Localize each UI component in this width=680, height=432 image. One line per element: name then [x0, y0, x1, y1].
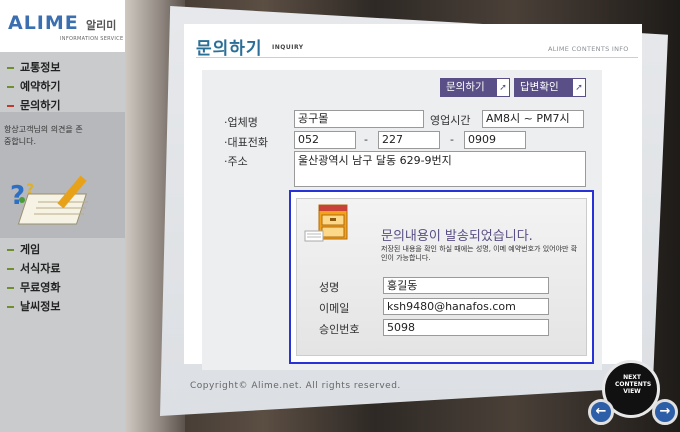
page-subtitle: INQUIRY — [272, 44, 304, 51]
sidebar-item-label: 게임 — [20, 243, 41, 256]
approval-code-field[interactable]: 5098 — [383, 319, 549, 336]
sidebar-item-traffic[interactable]: 교통정보 — [0, 58, 125, 77]
email-label: 이메일 — [319, 302, 350, 315]
arrow-icon: ➚ — [572, 78, 586, 97]
prev-arrow-button[interactable]: ← — [588, 399, 614, 425]
copyright: Copyright© Alime.net. All rights reserve… — [190, 381, 401, 391]
file-cabinet-icon — [304, 204, 348, 242]
name-field[interactable]: 홍길동 — [383, 277, 549, 294]
company-label: ·업체명 — [224, 116, 258, 129]
question-notepad-illustration: ? ? — [10, 175, 88, 225]
logo[interactable]: ALIME 알리미 INFORMATION SERVICE — [0, 0, 125, 52]
next-contents-widget: NEXT CONTENTS VIEW ← → — [586, 352, 680, 432]
inquiry-button[interactable]: 문의하기 ➚ — [440, 78, 510, 97]
phone-field-2[interactable]: 227 — [378, 131, 440, 149]
confirmation-message: 저장된 내용을 확인 하실 때에는 성명, 이메 예약번호가 있어야만 확인이 … — [381, 245, 578, 262]
bullet-icon — [7, 268, 14, 270]
phone-field-1[interactable]: 052 — [294, 131, 356, 149]
bullet-icon — [7, 105, 14, 107]
sidebar-item-weather[interactable]: 날씨정보 — [0, 297, 125, 316]
address-field[interactable]: 울산광역시 남구 달동 629-9번지 — [294, 151, 586, 187]
confirmation-body: 문의내용이 발송되었습니다. 저장된 내용을 확인 하실 때에는 성명, 이메 … — [296, 198, 587, 356]
svg-text:?: ? — [10, 181, 25, 211]
hours-label: 영업시간 — [430, 114, 471, 127]
address-label: ·주소 — [224, 155, 248, 168]
sidebar-item-label: 무료영화 — [20, 281, 61, 294]
sidebar-item-label: 문의하기 — [20, 99, 61, 112]
answer-check-button-label: 답변확인 — [520, 81, 559, 93]
sidebar-item-game[interactable]: 게임 — [0, 240, 125, 259]
inquiry-button-label: 문의하기 — [446, 81, 485, 93]
sidebar-menu-bottom: 게임 서식자료 무료영화 날씨정보 — [0, 240, 125, 316]
confirmation-title: 문의내용이 발송되었습니다. — [381, 229, 533, 244]
title-divider — [196, 57, 638, 58]
confirmation-popup: 문의내용이 발송되었습니다. 저장된 내용을 확인 하실 때에는 성명, 이메 … — [289, 190, 594, 364]
sidebar: ALIME 알리미 INFORMATION SERVICE 교통정보 예약하기 … — [0, 0, 125, 432]
sidebar-item-label: 예약하기 — [20, 80, 61, 93]
phone-separator: - — [364, 133, 368, 146]
sidebar-message: 항상고객님의 의견을 존중합니다. — [4, 125, 83, 146]
sidebar-item-label: 서식자료 — [20, 262, 61, 275]
next-arrow-button[interactable]: → — [652, 399, 678, 425]
email-field[interactable]: ksh9480@hanafos.com — [383, 298, 549, 315]
bullet-icon — [7, 306, 14, 308]
sidebar-menu-top: 교통정보 예약하기 문의하기 — [0, 58, 125, 115]
bullet-icon — [7, 67, 14, 69]
company-field[interactable]: 공구몰 — [294, 110, 424, 128]
arrow-right-icon: → — [659, 404, 671, 419]
sidebar-item-reservation[interactable]: 예약하기 — [0, 77, 125, 96]
phone-field-3[interactable]: 0909 — [464, 131, 526, 149]
bullet-icon — [7, 249, 14, 251]
sidebar-item-label: 날씨정보 — [20, 300, 61, 313]
sidebar-message-panel: 항상고객님의 의견을 존중합니다. ? ? — [0, 112, 125, 238]
brand-info: ALIME CONTENTS INFO — [548, 45, 629, 53]
page-title: 문의하기 — [196, 39, 263, 59]
logo-korean: 알리미 — [86, 19, 117, 32]
hours-field[interactable]: AM8시 ~ PM7시 — [482, 110, 584, 128]
answer-check-button[interactable]: 답변확인 ➚ — [514, 78, 586, 97]
sidebar-item-label: 교통정보 — [20, 61, 61, 74]
phone-label: ·대표전화 — [224, 136, 268, 149]
bullet-icon — [7, 86, 14, 88]
next-contents-label: NEXT CONTENTS VIEW — [615, 374, 652, 395]
bullet-icon — [7, 287, 14, 289]
phone-separator: - — [450, 133, 454, 146]
sidebar-item-movies[interactable]: 무료영화 — [0, 278, 125, 297]
name-label: 성명 — [319, 281, 340, 294]
arrow-left-icon: ← — [595, 404, 607, 419]
logo-tagline: INFORMATION SERVICE — [60, 36, 124, 42]
sidebar-item-forms[interactable]: 서식자료 — [0, 259, 125, 278]
logo-brand: ALIME — [8, 12, 79, 34]
approval-code-label: 승인번호 — [319, 323, 360, 336]
arrow-icon: ➚ — [496, 78, 510, 97]
